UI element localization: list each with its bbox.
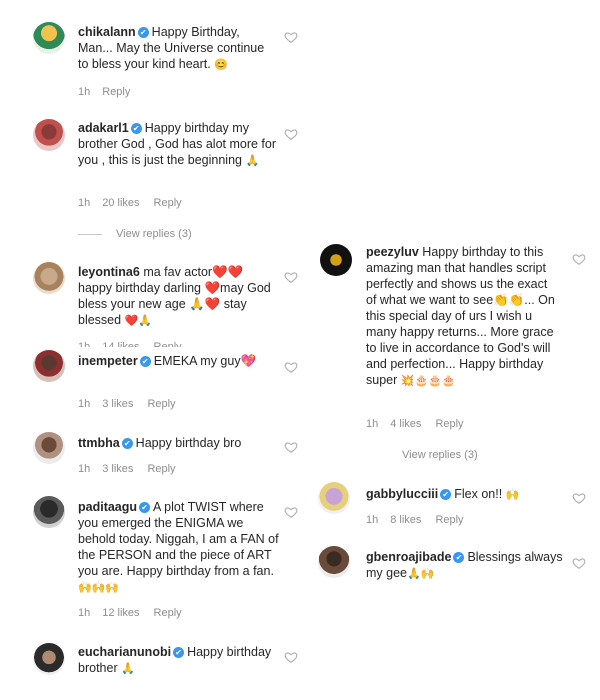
comment-time: 1h	[78, 398, 91, 410]
verified-icon: ✔	[139, 356, 151, 367]
heart-icon[interactable]	[284, 360, 298, 374]
reply-button[interactable]: Reply	[147, 463, 175, 475]
like-count[interactable]: 20 likes	[102, 197, 139, 209]
reply-button[interactable]: Reply	[154, 197, 182, 209]
avatar[interactable]	[320, 244, 352, 276]
comment-username[interactable]: paditaagu	[78, 500, 137, 514]
comment-emoji: ❤️🙏	[124, 315, 152, 327]
comment-username[interactable]: leyontina6	[78, 265, 140, 279]
comment-username[interactable]: adakarl1	[78, 121, 129, 135]
comment-time: 1h	[366, 514, 379, 526]
comment-emoji: 💥🎂🎂🎂	[400, 375, 456, 387]
heart-icon[interactable]	[572, 491, 586, 505]
comment-emoji: 🙏	[245, 155, 260, 167]
like-count[interactable]: 3 likes	[102, 398, 133, 410]
reply-button[interactable]: Reply	[435, 418, 463, 430]
avatar[interactable]	[33, 22, 65, 54]
like-count[interactable]: 12 likes	[102, 607, 139, 619]
reply-button[interactable]: Reply	[102, 86, 130, 98]
avatar[interactable]	[33, 643, 65, 675]
like-count[interactable]: 8 likes	[390, 514, 421, 526]
comment-emoji: 🙏	[121, 663, 135, 675]
avatar[interactable]	[318, 482, 350, 514]
comment-username[interactable]: eucharianunobi	[78, 645, 171, 659]
view-replies-button[interactable]: View replies (3)	[402, 449, 478, 461]
comment-text: Flex on!!	[454, 487, 503, 501]
avatar[interactable]	[33, 350, 65, 382]
heart-icon[interactable]	[284, 440, 298, 454]
comment-time: 1h	[366, 418, 379, 430]
comment-emoji: 🙌	[505, 489, 520, 501]
avatar[interactable]	[33, 432, 65, 464]
comment-username[interactable]: gbenroajibade	[366, 550, 451, 564]
heart-icon[interactable]	[284, 505, 298, 519]
reply-button[interactable]: Reply	[147, 398, 175, 410]
verified-icon: ✔	[440, 489, 452, 500]
view-replies-button[interactable]: View replies (3)	[78, 228, 192, 240]
divider	[78, 233, 102, 235]
comment-time: 1h	[78, 607, 91, 619]
avatar[interactable]	[33, 262, 65, 294]
avatar[interactable]	[318, 546, 350, 578]
heart-icon[interactable]	[572, 252, 586, 266]
verified-icon: ✔	[130, 123, 142, 134]
comment-emoji: 🙏🙌	[407, 568, 435, 580]
heart-icon[interactable]	[284, 30, 298, 44]
comment-username[interactable]: inempeter	[78, 354, 138, 368]
comment-time: 1h	[78, 463, 91, 475]
like-count[interactable]: 3 likes	[102, 463, 133, 475]
comment-username[interactable]: chikalann	[78, 25, 136, 39]
verified-icon: ✔	[121, 438, 133, 449]
heart-icon[interactable]	[284, 127, 298, 141]
avatar[interactable]	[33, 119, 65, 151]
comment-username[interactable]: peezyluv	[366, 245, 419, 259]
reply-button[interactable]: Reply	[154, 607, 182, 619]
comment-username[interactable]: gabbylucciii	[366, 487, 438, 501]
comment-emoji: 🙌🙌🙌	[78, 582, 120, 594]
verified-icon: ✔	[139, 502, 151, 513]
comment-text: Happy birthday bro	[135, 436, 242, 450]
verified-icon: ✔	[453, 552, 465, 563]
reply-button[interactable]: Reply	[435, 514, 463, 526]
like-count[interactable]: 4 likes	[390, 418, 421, 430]
heart-icon[interactable]	[284, 650, 298, 664]
comment-time: 1h	[78, 86, 91, 98]
comment-text: EMEKA my guy💖	[153, 354, 257, 368]
comment-emoji: 😊	[214, 59, 228, 71]
verified-icon: ✔	[173, 647, 185, 658]
comment-text: Happy birthday to this amazing man that …	[366, 245, 555, 387]
heart-icon[interactable]	[572, 556, 586, 570]
comment-time: 1h	[78, 197, 91, 209]
avatar[interactable]	[33, 496, 65, 528]
verified-icon: ✔	[137, 27, 149, 38]
comment-username[interactable]: ttmbha	[78, 436, 120, 450]
heart-icon[interactable]	[284, 270, 298, 284]
